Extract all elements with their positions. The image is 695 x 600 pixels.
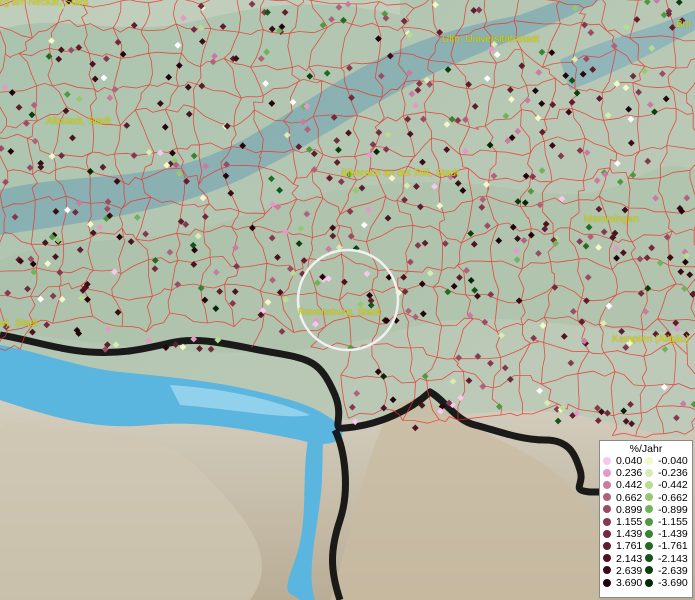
- city-label: Ravensburg, Stadt: [298, 307, 381, 318]
- legend-label: 0.899: [616, 503, 643, 516]
- legend-entry: 1.439: [603, 528, 642, 540]
- legend-swatch: [645, 480, 653, 489]
- legend-entry: -2.639: [645, 565, 688, 577]
- legend-entry: 1.155: [603, 516, 642, 528]
- legend-swatch: [603, 529, 611, 538]
- legend-entry: -2.143: [645, 553, 688, 565]
- legend-swatch: [645, 529, 653, 538]
- legend-label: -2.143: [658, 552, 688, 565]
- city-label: Biberach an der Riß, Stadt: [341, 168, 459, 179]
- legend-swatch: [603, 493, 611, 502]
- legend-entry: -0.662: [645, 492, 688, 504]
- legend-swatch: [603, 468, 611, 477]
- legend-swatch: [603, 480, 611, 489]
- legend-entry: -0.236: [645, 467, 688, 479]
- legend-swatch: [603, 566, 611, 575]
- legend-label: -2.639: [658, 564, 688, 577]
- city-label: Kempten (Allgäu): [612, 334, 690, 345]
- legend-label: -1.439: [658, 528, 688, 541]
- legend-entry: -0.442: [645, 479, 688, 491]
- legend-label: 1.761: [616, 540, 643, 553]
- legend-title: %/Jahr: [629, 443, 663, 455]
- legend-entry: -1.761: [645, 540, 688, 552]
- city-label: e), Stadt: [0, 318, 38, 329]
- legend-label: 2.143: [616, 552, 643, 565]
- legend-swatch: [645, 578, 653, 587]
- legend-entry: 0.236: [603, 467, 642, 479]
- legend-label: 1.155: [616, 516, 643, 528]
- legend-entry: 3.690: [603, 577, 642, 589]
- map-view[interactable]: rg am Neckar, Stadt Ulm, Universitätssta…: [0, 0, 695, 600]
- city-label: Memmingen: [584, 214, 640, 225]
- legend-label: 0.040: [616, 455, 643, 467]
- city-label: rg am Neckar, Stadt: [0, 0, 89, 8]
- city-label: Bur: [676, 19, 692, 30]
- legend-label: -1.155: [658, 516, 688, 528]
- legend-label: 2.639: [616, 564, 643, 577]
- legend-swatch: [603, 578, 611, 587]
- legend-entry: 1.761: [603, 540, 642, 552]
- legend-swatch: [603, 517, 611, 526]
- legend-swatch: [645, 566, 653, 575]
- city-label: Ulm, Universitätsstadt: [442, 34, 540, 45]
- legend-swatch: [603, 554, 611, 563]
- legend-entry: -0.899: [645, 504, 688, 516]
- legend-entry: -0.040: [645, 455, 688, 467]
- legend-swatch: [645, 505, 653, 514]
- legend-label: -0.442: [658, 479, 688, 492]
- map-canvas[interactable]: [0, 0, 695, 600]
- legend-swatch: [645, 541, 653, 550]
- legend-label: 3.690: [616, 577, 643, 589]
- legend-swatch: [603, 456, 611, 465]
- legend-swatch: [645, 517, 653, 526]
- legend-label: -0.236: [658, 467, 688, 480]
- legend-entry: -1.155: [645, 516, 688, 528]
- legend-swatch: [645, 493, 653, 502]
- legend-label: -0.040: [658, 455, 688, 467]
- legend-label: -0.662: [658, 491, 688, 504]
- legend-swatch: [603, 541, 611, 550]
- legend-entry: 0.662: [603, 492, 642, 504]
- legend-entry: 0.899: [603, 504, 642, 516]
- legend-label: -3.690: [658, 577, 688, 589]
- legend-entry: 0.442: [603, 479, 642, 491]
- legend-entry: -3.690: [645, 577, 688, 589]
- legend-label: 0.662: [616, 491, 643, 504]
- legend-swatch: [645, 468, 653, 477]
- legend-label: 0.236: [616, 467, 643, 480]
- legend-entry: 0.040: [603, 455, 642, 467]
- legend-entry: -1.439: [645, 528, 688, 540]
- legend-label: -0.899: [658, 503, 688, 516]
- legend-entry: 2.143: [603, 553, 642, 565]
- legend-swatch: [645, 554, 653, 563]
- legend-label: -1.761: [658, 540, 688, 553]
- city-label: Albstadt, Stadt: [46, 116, 112, 127]
- legend: %/Jahr 0.040 0.236 0.442 0.662 0.899 1.155 1.4…: [599, 440, 693, 598]
- legend-label: 1.439: [616, 528, 643, 541]
- legend-label: 0.442: [616, 479, 643, 492]
- legend-swatch: [603, 505, 611, 514]
- legend-swatch: [645, 456, 653, 465]
- legend-entry: 2.639: [603, 565, 642, 577]
